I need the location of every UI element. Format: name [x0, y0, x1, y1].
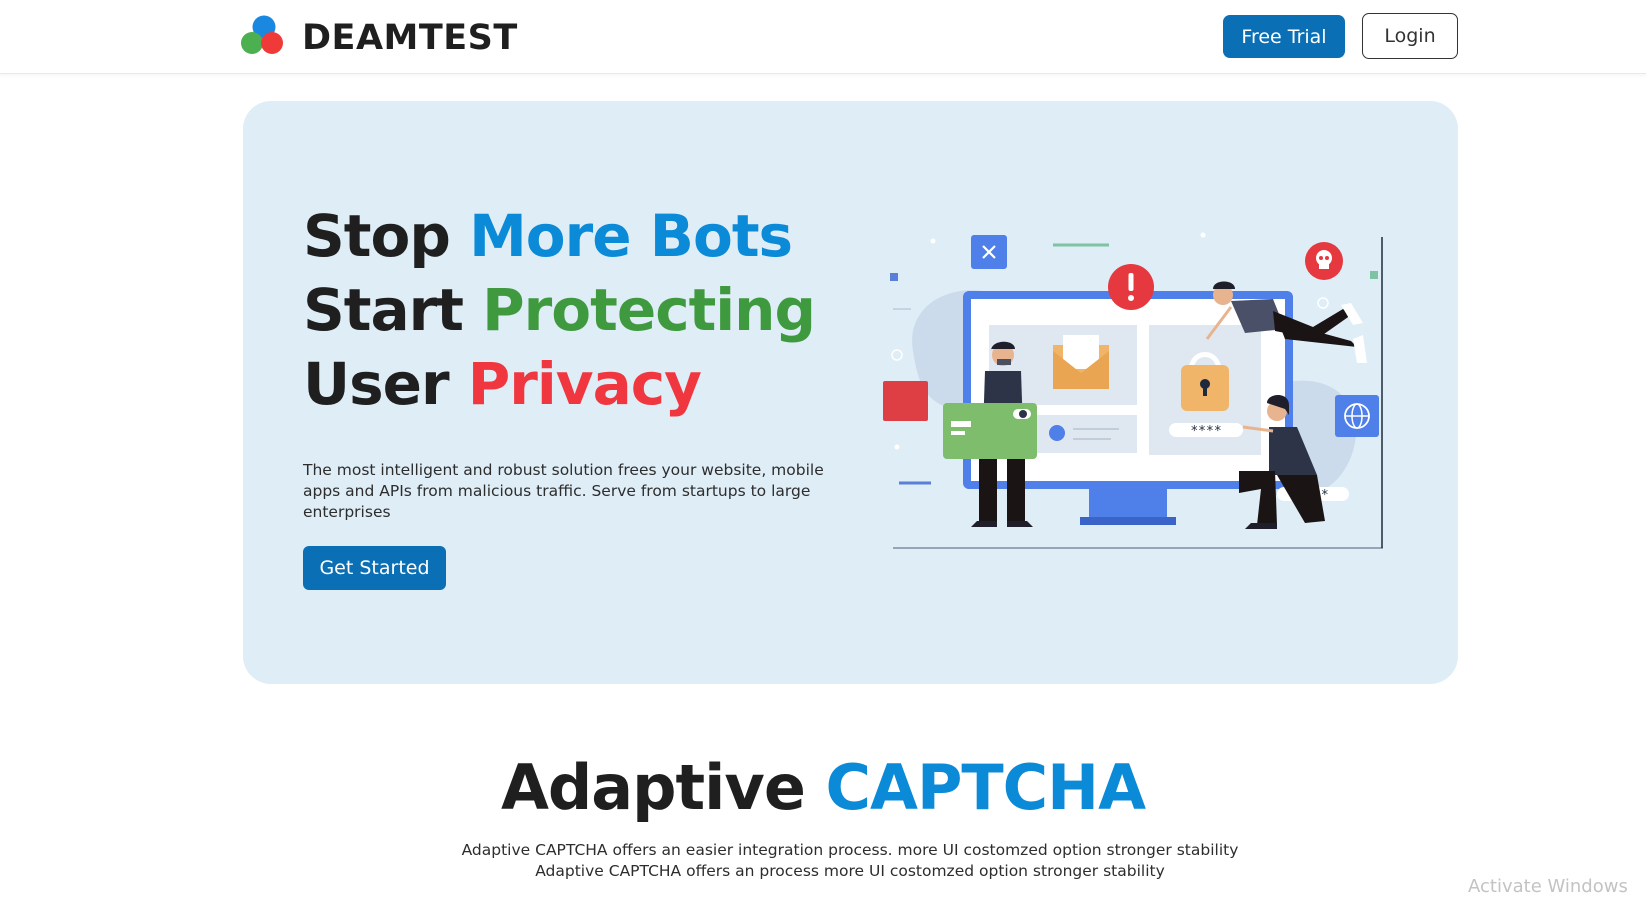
headline-line-2-highlight: Protecting: [482, 276, 816, 344]
headline-line-3: User Privacy: [303, 347, 863, 421]
security-illustration: **** ****: [883, 232, 1383, 549]
activate-windows-watermark: Activate Windows: [1468, 876, 1628, 897]
free-trial-button[interactable]: Free Trial: [1223, 15, 1345, 58]
headline-line-3-prefix: User: [303, 350, 468, 418]
headline-line-3-highlight: Privacy: [467, 350, 702, 418]
headline-line-2-prefix: Start: [303, 276, 483, 344]
password-mask-1: ****: [1190, 424, 1221, 439]
get-started-button[interactable]: Get Started: [303, 546, 446, 590]
section-title-prefix: Adaptive: [500, 751, 826, 824]
headline-line-2: Start Protecting: [303, 273, 863, 347]
section-title: Adaptive CAPTCHA: [0, 752, 1646, 824]
hero-card: Stop More Bots Start Protecting User Pri…: [243, 101, 1458, 684]
headline-line-1-prefix: Stop: [303, 202, 470, 270]
headline-line-1: Stop More Bots: [303, 199, 863, 273]
hero-description: The most intelligent and robust solution…: [303, 461, 824, 521]
hero-headline: Stop More Bots Start Protecting User Pri…: [303, 199, 863, 421]
brand-name[interactable]: DEAMTEST: [302, 16, 518, 60]
headline-line-1-highlight: More Bots: [469, 202, 793, 270]
section-description: Adaptive CAPTCHA offers an easier integr…: [461, 841, 1239, 880]
section-title-highlight: CAPTCHA: [825, 751, 1146, 824]
top-navbar: DEAMTEST Free Trial Login: [0, 0, 1646, 74]
brand-logo-icon[interactable]: [240, 14, 286, 58]
login-button[interactable]: Login: [1362, 13, 1458, 59]
